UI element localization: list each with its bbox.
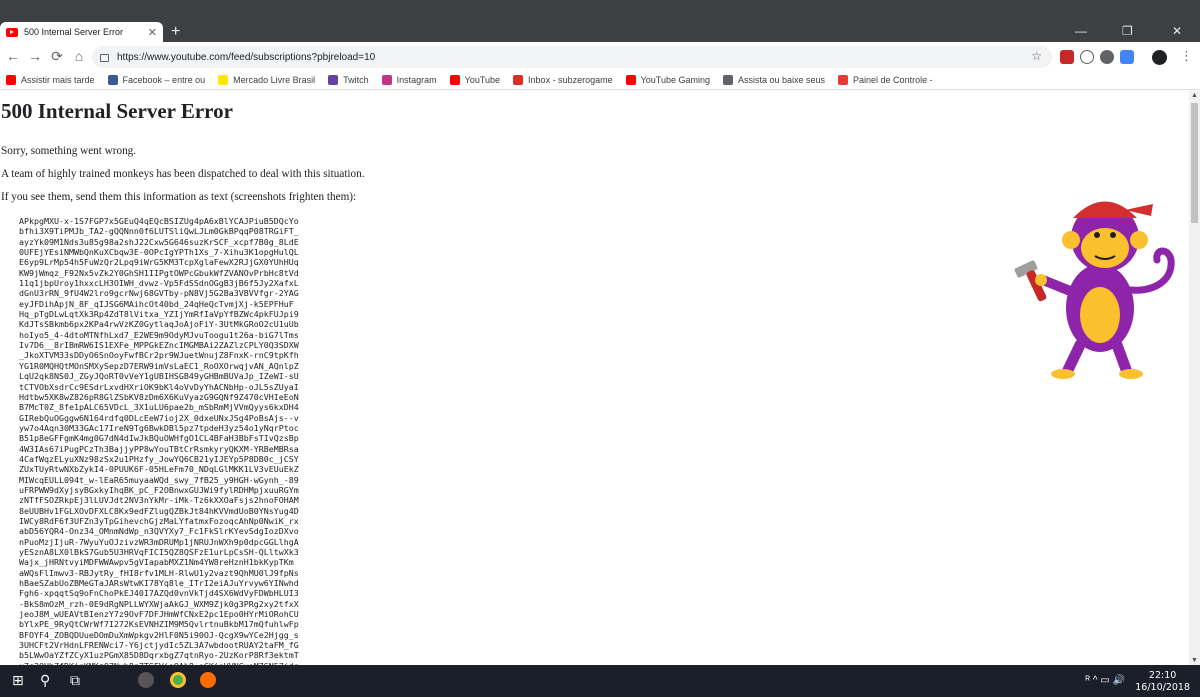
bookmark-favicon-icon [449,74,460,85]
extension-icon[interactable] [1060,50,1074,64]
bookmark-item[interactable]: Mercado Livre Brasil [218,74,316,85]
new-tab-button[interactable]: + [171,23,180,41]
bookmark-item[interactable]: Facebook – entre ou [107,74,206,85]
tab-close-icon[interactable]: ✕ [148,26,157,39]
avatar[interactable] [1152,50,1167,65]
bookmark-label: YouTube [464,74,501,85]
bookmark-favicon-icon [722,74,733,85]
bookmark-favicon-icon [513,74,524,85]
youtube-favicon-icon [6,27,18,37]
chrome-icon[interactable] [170,672,186,688]
clock-date: 16/10/2018 [1135,682,1190,693]
bookmark-item[interactable]: YouTube Gaming [625,74,710,85]
translate-icon[interactable] [1120,50,1134,64]
forward-icon[interactable]: → [26,48,44,64]
bookmark-favicon-icon [381,74,392,85]
lock-icon [100,54,109,62]
bookmark-label: Facebook – entre ou [122,74,206,85]
scroll-down-icon[interactable]: ▼ [1191,657,1198,664]
bookmark-item[interactable]: Inbox - subzerogame [513,74,613,85]
error-message: Sorry, something went wrong. [1,145,137,157]
bookmark-label: Assistir mais tarde [21,74,95,85]
bookmark-label: Assista ou baixe seus [737,74,826,85]
taskbar: ⊞ ⚲ ⧉ ᴿ ^ ▭ 🔊 22:10 16/10/2018 [0,665,1200,697]
bookmark-favicon-icon [6,74,16,85]
bookmark-favicon-icon [838,74,849,85]
extension-icon[interactable] [1100,50,1114,64]
bookmark-favicon-icon [625,74,636,85]
scrollbar-thumb[interactable] [1191,103,1198,223]
clock[interactable]: 22:10 16/10/2018 [1135,670,1190,694]
task-view-icon[interactable]: ⧉ [70,672,80,689]
tab-title: 500 Internal Server Error [24,27,124,37]
bookmark-label: Mercado Livre Brasil [233,74,316,85]
windows-start-icon[interactable]: ⊞ [12,672,24,689]
bookmark-star-icon[interactable]: ☆ [1031,49,1042,63]
url-text[interactable]: https://www.youtube.com/feed/subscriptio… [117,52,375,63]
steam-icon[interactable] [138,672,154,688]
bookmark-label: Twitch [343,74,369,85]
menu-kebab-icon[interactable]: ⋮ [1180,48,1194,63]
bookmark-favicon-icon [328,74,339,85]
tab-active[interactable]: 500 Internal Server Error ✕ [0,22,163,42]
monkey-illustration [1014,201,1175,379]
bookmark-item[interactable]: Instagram [381,74,437,85]
scroll-up-icon[interactable]: ▲ [1191,92,1198,99]
bookmark-label: YouTube Gaming [640,74,710,85]
search-icon[interactable]: ⚲ [40,672,50,689]
bookmarks-bar: Assistir mais tarde Facebook – entre ou Me… [0,70,1200,90]
bookmark-item[interactable]: Assista ou baixe seus [722,74,826,85]
bookmark-item[interactable]: Painel de Controle - [838,74,933,85]
vertical-scrollbar[interactable]: ▲ ▼ [1189,91,1200,665]
bookmark-item[interactable]: YouTube [449,74,501,85]
tab-strip: 500 Internal Server Error ✕ + — ❐ ✕ [0,0,1200,42]
bookmark-favicon-icon [107,74,118,85]
page-title: 500 Internal Server Error [1,99,233,123]
bookmark-item[interactable]: Assistir mais tarde [6,74,95,85]
bookmark-label: Instagram [396,74,437,85]
bookmark-label: Inbox - subzerogame [528,74,613,85]
back-icon[interactable]: ← [4,48,22,64]
clock-time: 22:10 [1148,670,1177,681]
bookmark-favicon-icon [218,74,229,85]
bookmark-item[interactable]: Twitch [328,74,369,85]
address-bar[interactable]: https://www.youtube.com/feed/subscriptio… [92,46,1052,68]
reload-icon[interactable]: ⟳ [48,48,66,65]
shield-icon[interactable] [1080,50,1094,64]
system-tray[interactable]: ᴿ ^ ▭ 🔊 [1086,675,1125,686]
app-icon[interactable] [200,672,216,688]
minimize-button[interactable]: — [1075,24,1087,38]
close-window-button[interactable]: ✕ [1172,24,1182,38]
maximize-button[interactable]: ❐ [1122,24,1133,38]
bookmark-label: Painel de Controle - [853,74,933,85]
home-icon[interactable]: ⌂ [70,48,88,64]
